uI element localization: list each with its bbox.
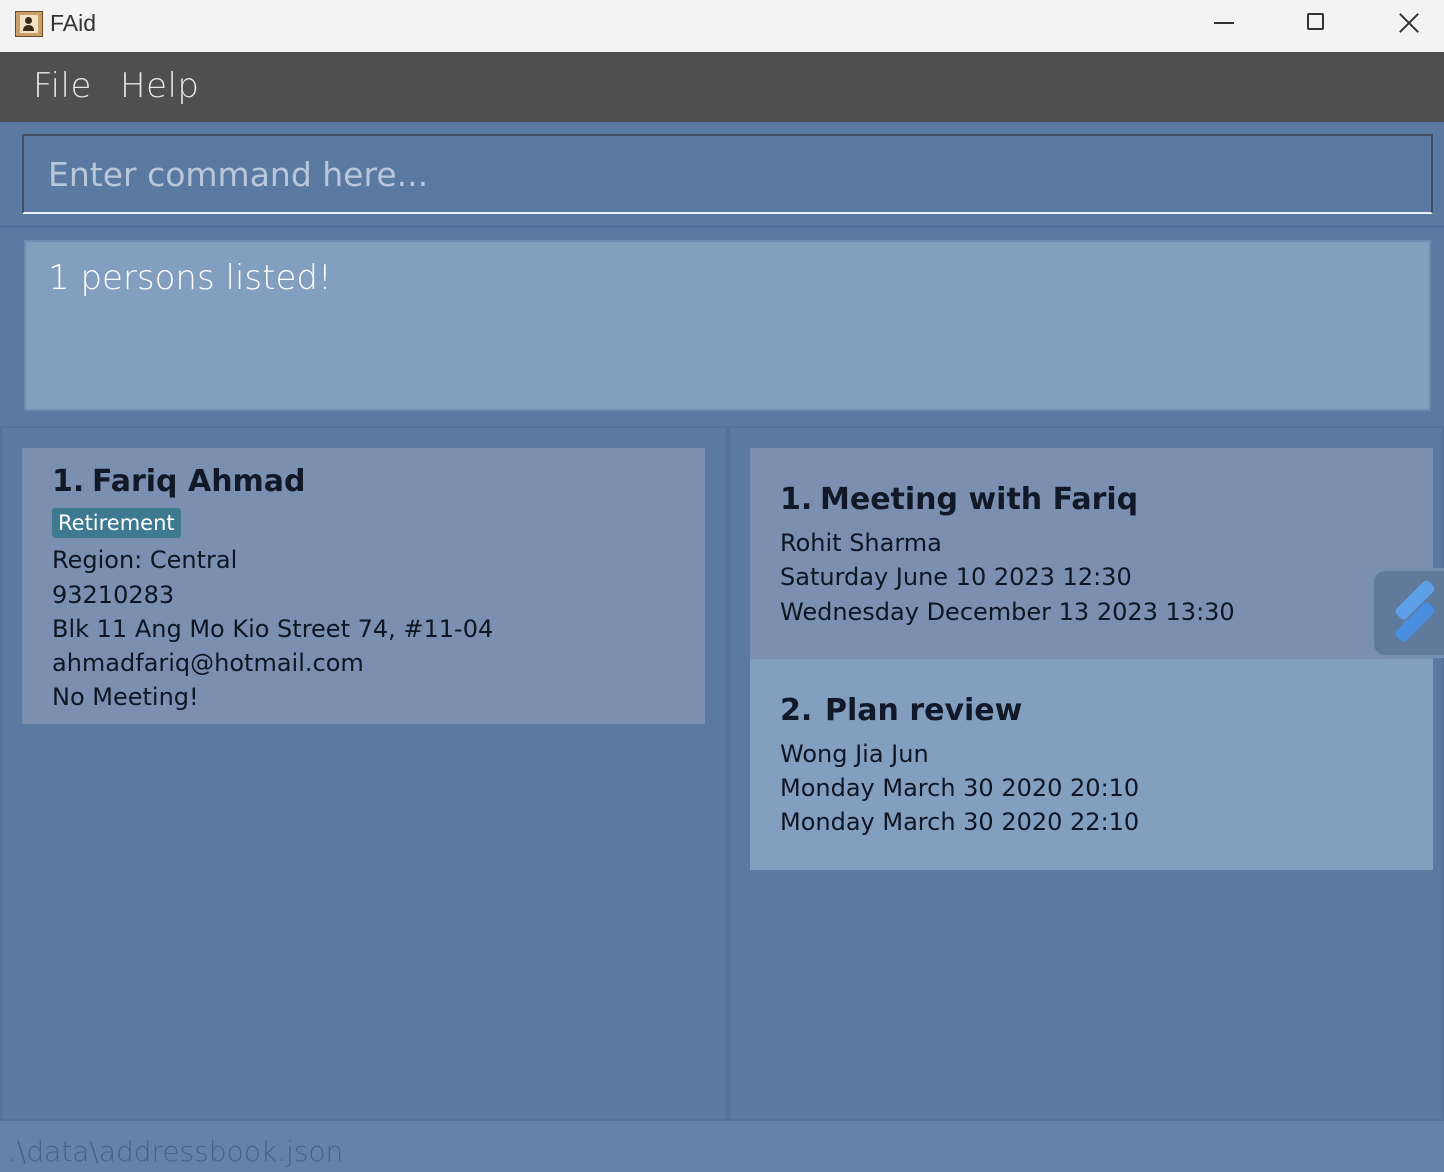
result-display[interactable]: 1 persons listed!	[24, 240, 1431, 411]
result-message: 1 persons listed!	[48, 258, 332, 298]
meeting-index: 1.	[780, 482, 813, 517]
command-box	[22, 134, 1433, 214]
meeting-card[interactable]: 1. Meeting with Fariq Rohit Sharma Satur…	[750, 448, 1433, 659]
meeting-attendee: Rohit Sharma	[780, 529, 942, 557]
menu-file[interactable]: File	[33, 66, 92, 106]
meeting-attendee: Wong Jia Jun	[780, 740, 929, 768]
maximize-icon	[1307, 13, 1324, 30]
person-index: 1.	[52, 464, 85, 499]
status-bar: .\data\addressbook.json	[0, 1121, 1444, 1172]
meeting-start: Saturday June 10 2023 12:30	[780, 563, 1132, 591]
person-tag: Retirement	[52, 508, 181, 538]
meeting-title: Meeting with Fariq	[820, 482, 1139, 517]
person-card[interactable]: 1. Fariq Ahmad Retirement Region: Centra…	[22, 448, 705, 724]
meeting-end: Monday March 30 2020 22:10	[780, 808, 1140, 836]
title-bar[interactable]: FAid	[0, 0, 1444, 52]
person-phone: 93210283	[52, 581, 175, 609]
command-box-area	[0, 122, 1444, 228]
menu-bar: File Help	[0, 52, 1444, 122]
window-title: FAid	[50, 10, 97, 36]
floating-widget-button[interactable]	[1371, 568, 1444, 658]
person-address: Blk 11 Ang Mo Kio Street 74, #11-04	[52, 615, 494, 643]
minimize-button[interactable]	[1178, 0, 1270, 46]
menu-help[interactable]: Help	[120, 66, 200, 106]
maximize-button[interactable]	[1270, 0, 1362, 46]
minimize-icon	[1214, 22, 1234, 24]
person-meeting-status: No Meeting!	[52, 683, 199, 711]
meeting-end: Wednesday December 13 2023 13:30	[780, 598, 1235, 626]
meeting-start: Monday March 30 2020 20:10	[780, 774, 1140, 802]
meeting-card[interactable]: 2. Plan review Wong Jia Jun Monday March…	[750, 659, 1433, 870]
close-button[interactable]	[1362, 0, 1444, 46]
meeting-index: 2.	[780, 693, 813, 728]
status-file-path: .\data\addressbook.json	[8, 1135, 344, 1168]
address-book-icon	[15, 11, 43, 37]
result-display-area: 1 persons listed!	[0, 228, 1444, 426]
command-input[interactable]	[24, 136, 1431, 212]
person-email: ahmadfariq@hotmail.com	[52, 649, 364, 677]
meeting-title: Plan review	[825, 693, 1023, 728]
person-name: Fariq Ahmad	[92, 464, 306, 499]
person-region: Region: Central	[52, 546, 238, 574]
app-window: FAid File Help 1 persons listed! 1. Fari…	[0, 0, 1444, 1172]
